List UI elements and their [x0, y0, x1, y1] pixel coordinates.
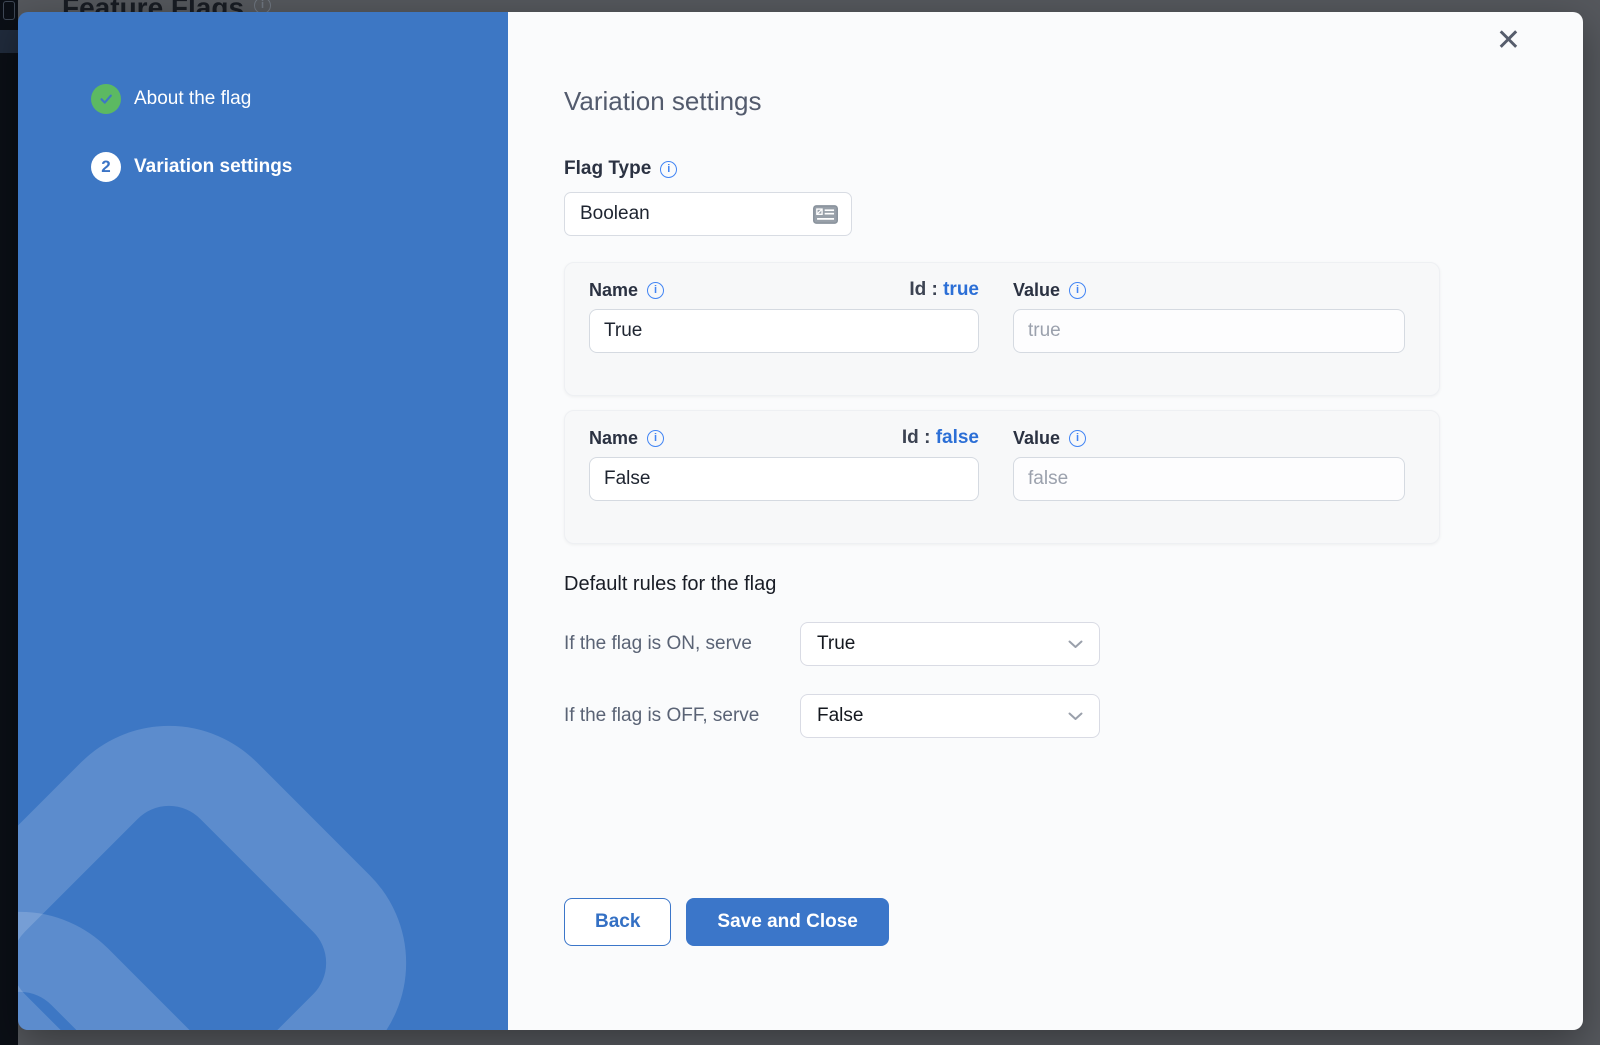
info-icon[interactable]: i [1069, 282, 1086, 299]
create-flag-modal: About the flag 2 Variation settings ✕ Va… [18, 12, 1583, 1030]
background-logo-box [3, 1, 15, 20]
info-icon[interactable]: i [647, 430, 664, 447]
rule-label: If the flag is ON, serve [564, 633, 800, 655]
back-button[interactable]: Back [564, 898, 671, 946]
info-icon[interactable]: i [660, 161, 677, 178]
rule-row-on: If the flag is ON, serve True [564, 622, 1583, 666]
name-label: Name i [589, 428, 664, 449]
on-serve-value: True [817, 633, 855, 655]
variation-card-true: Name i Id : true Value i [564, 262, 1440, 396]
value-label: Value i [1013, 280, 1086, 301]
info-icon[interactable]: i [647, 282, 664, 299]
variation-name-input[interactable] [589, 457, 979, 501]
background-app-sidebar [0, 0, 18, 1045]
flag-type-value: Boolean [580, 203, 650, 225]
variation-value-input[interactable] [1013, 309, 1405, 353]
chevron-down-icon [1068, 712, 1083, 721]
brand-watermark-icon [18, 630, 508, 1030]
variation-id: Id : true [909, 279, 979, 301]
value-label: Value i [1013, 428, 1086, 449]
step-label: Variation settings [134, 156, 292, 178]
flag-type-select[interactable]: Boolean [564, 192, 852, 236]
on-serve-select[interactable]: True [800, 622, 1100, 666]
variation-card-false: Name i Id : false Value i [564, 410, 1440, 544]
background-nav-highlight [0, 30, 18, 53]
panel-title: Variation settings [564, 86, 1583, 116]
flag-type-label: Flag Type i [564, 158, 1583, 180]
wizard-sidebar: About the flag 2 Variation settings [18, 12, 508, 1030]
close-icon[interactable]: ✕ [1496, 26, 1521, 56]
step-number-badge: 2 [91, 152, 121, 182]
rule-label: If the flag is OFF, serve [564, 705, 800, 727]
check-icon [91, 84, 121, 114]
off-serve-value: False [817, 705, 863, 727]
default-rules-title: Default rules for the flag [564, 572, 1583, 596]
step-label: About the flag [134, 88, 251, 110]
info-icon[interactable]: i [1069, 430, 1086, 447]
step-variation-settings[interactable]: 2 Variation settings [91, 152, 508, 182]
variation-settings-panel: ✕ Variation settings Flag Type i Boolean [508, 12, 1583, 1030]
variation-name-input[interactable] [589, 309, 979, 353]
variation-value-input[interactable] [1013, 457, 1405, 501]
name-label: Name i [589, 280, 664, 301]
chevron-down-icon [1068, 640, 1083, 649]
rule-row-off: If the flag is OFF, serve False [564, 694, 1583, 738]
off-serve-select[interactable]: False [800, 694, 1100, 738]
step-about-the-flag[interactable]: About the flag [91, 84, 508, 114]
save-and-close-button[interactable]: Save and Close [686, 898, 888, 946]
list-card-icon [813, 205, 838, 224]
variation-id: Id : false [902, 427, 979, 449]
modal-footer: Back Save and Close [564, 898, 1583, 946]
